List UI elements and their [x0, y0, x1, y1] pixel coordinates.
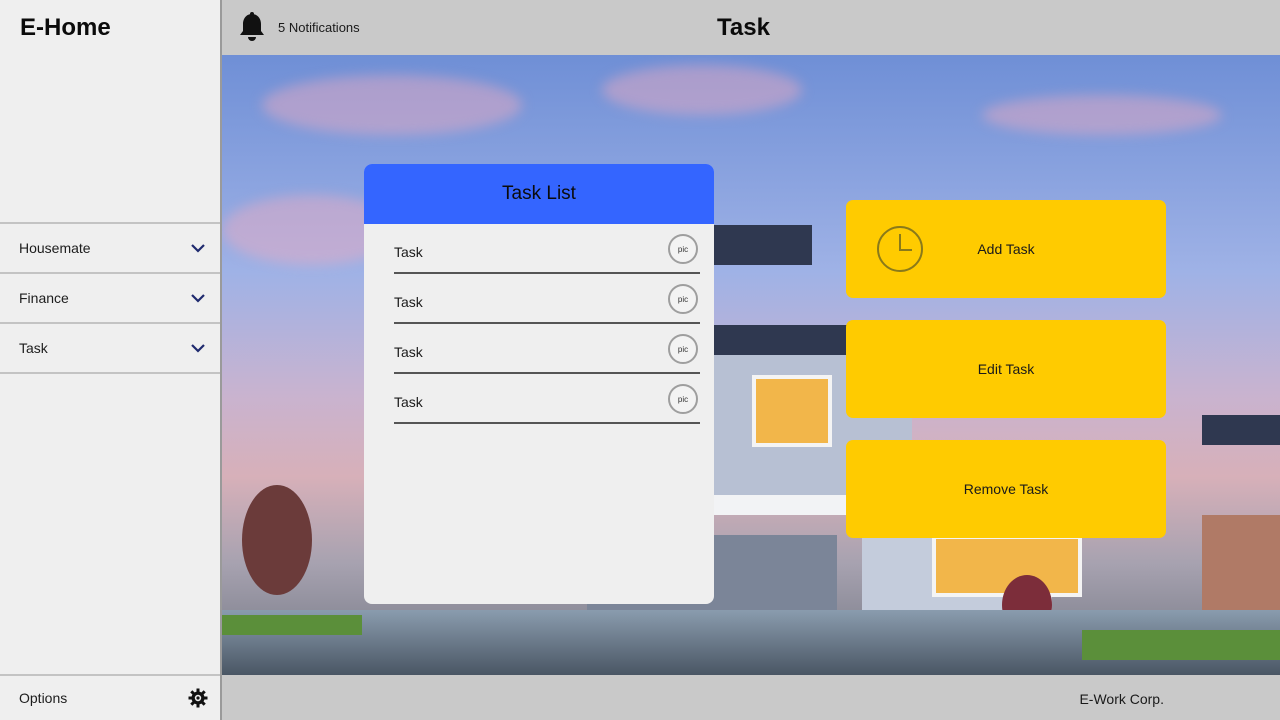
bell-icon[interactable]: [238, 12, 266, 42]
sidebar-menu: Housemate Finance Task: [0, 222, 220, 374]
task-item-label: Task: [394, 244, 423, 260]
sidebar-item-finance[interactable]: Finance: [0, 274, 220, 324]
cloud-shape: [262, 75, 522, 135]
notifications-link[interactable]: 5 Notifications: [278, 20, 360, 35]
chevron-down-icon: [191, 294, 205, 303]
remove-task-button[interactable]: Remove Task: [846, 440, 1166, 538]
roof-shape: [1202, 415, 1280, 445]
add-task-button[interactable]: Add Task: [846, 200, 1166, 298]
task-list-title: Task List: [364, 164, 714, 224]
house-window: [752, 375, 832, 447]
sidebar-item-label: Housemate: [19, 240, 91, 256]
task-list-item[interactable]: Task pic: [394, 276, 700, 324]
sidebar: E-Home Housemate Finance Task Options: [0, 0, 222, 720]
avatar: pic: [668, 234, 698, 264]
lawn: [222, 615, 362, 635]
gear-icon[interactable]: [188, 688, 208, 708]
edit-task-label: Edit Task: [977, 361, 1035, 377]
task-list-item[interactable]: Task pic: [394, 326, 700, 374]
options-button[interactable]: Options: [0, 674, 220, 720]
top-header: 5 Notifications Task: [222, 0, 1280, 55]
sidebar-item-label: Task: [19, 340, 48, 356]
task-item-label: Task: [394, 294, 423, 310]
edit-task-button[interactable]: Edit Task: [846, 320, 1166, 418]
remove-task-label: Remove Task: [963, 481, 1049, 497]
avatar: pic: [668, 384, 698, 414]
task-list-item[interactable]: Task pic: [394, 226, 700, 274]
clock-icon: [877, 226, 923, 272]
task-list-item[interactable]: Task pic: [394, 376, 700, 424]
cloud-shape: [602, 65, 802, 115]
add-task-label: Add Task: [977, 241, 1035, 257]
task-item-label: Task: [394, 394, 423, 410]
chevron-down-icon: [191, 344, 205, 353]
options-label: Options: [19, 690, 68, 706]
chevron-down-icon: [191, 244, 205, 253]
sidebar-item-task[interactable]: Task: [0, 324, 220, 374]
brand-logo: E-Home: [20, 14, 111, 41]
sidebar-item-label: Finance: [19, 290, 69, 306]
company-name: E-Work Corp.: [1079, 691, 1164, 707]
sidebar-item-housemate[interactable]: Housemate: [0, 224, 220, 274]
task-list-panel: Task List Task pic Task pic Task pic Tas…: [364, 164, 714, 604]
page-title: Task: [717, 14, 770, 41]
avatar: pic: [668, 284, 698, 314]
lawn: [1082, 630, 1280, 660]
cloud-shape: [982, 95, 1222, 135]
tree-shape: [242, 485, 312, 595]
bottom-bar: E-Work Corp.: [222, 675, 1280, 720]
avatar: pic: [668, 334, 698, 364]
app-window: E-Home Housemate Finance Task Options 5 …: [0, 0, 1280, 720]
task-item-label: Task: [394, 344, 423, 360]
